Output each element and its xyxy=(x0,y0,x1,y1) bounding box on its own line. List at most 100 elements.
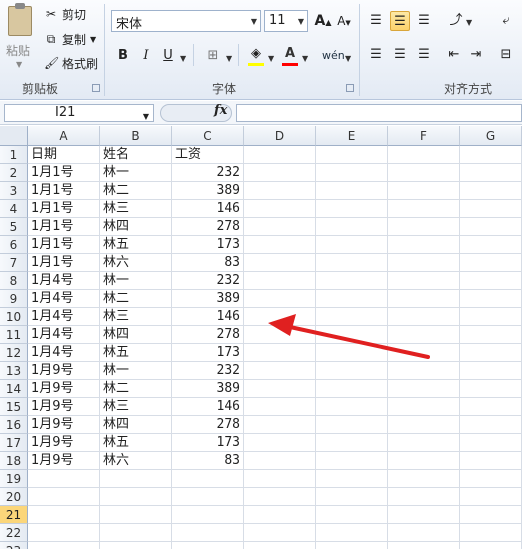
cell-e6[interactable] xyxy=(316,236,388,254)
cell-g18[interactable] xyxy=(460,452,522,470)
row-header[interactable]: 20 xyxy=(0,488,28,506)
cell-e9[interactable] xyxy=(316,290,388,308)
cell-a18[interactable]: 1月9号 xyxy=(28,452,100,470)
cell-a11[interactable]: 1月4号 xyxy=(28,326,100,344)
cell-d14[interactable] xyxy=(244,380,316,398)
shrink-font-icon[interactable]: A▼ xyxy=(334,11,354,31)
cell-a23[interactable] xyxy=(28,542,100,549)
row-header[interactable]: 10 xyxy=(0,308,28,326)
cell-b17[interactable]: 林五 xyxy=(100,434,172,452)
cell-d6[interactable] xyxy=(244,236,316,254)
cell-g1[interactable] xyxy=(460,146,522,164)
cell-e23[interactable] xyxy=(316,542,388,549)
cell-c15[interactable]: 146 xyxy=(172,398,244,416)
column-header-c[interactable]: C xyxy=(172,126,244,146)
cell-c9[interactable]: 389 xyxy=(172,290,244,308)
cell-e4[interactable] xyxy=(316,200,388,218)
cell-b4[interactable]: 林三 xyxy=(100,200,172,218)
cell-b15[interactable]: 林三 xyxy=(100,398,172,416)
cell-g10[interactable] xyxy=(460,308,522,326)
cell-f13[interactable] xyxy=(388,362,460,380)
cell-d1[interactable] xyxy=(244,146,316,164)
underline-button[interactable]: U xyxy=(158,46,178,66)
cell-e14[interactable] xyxy=(316,380,388,398)
cell-f4[interactable] xyxy=(388,200,460,218)
cell-c11[interactable]: 278 xyxy=(172,326,244,344)
cell-e5[interactable] xyxy=(316,218,388,236)
cell-b7[interactable]: 林六 xyxy=(100,254,172,272)
cell-f3[interactable] xyxy=(388,182,460,200)
cell-f21[interactable] xyxy=(388,506,460,524)
cell-a13[interactable]: 1月9号 xyxy=(28,362,100,380)
cell-b9[interactable]: 林二 xyxy=(100,290,172,308)
cell-b6[interactable]: 林五 xyxy=(100,236,172,254)
row-header[interactable]: 6 xyxy=(0,236,28,254)
chevron-down-icon[interactable]: ▼ xyxy=(268,54,274,63)
row-header[interactable]: 18 xyxy=(0,452,28,470)
cell-g2[interactable] xyxy=(460,164,522,182)
cell-b16[interactable]: 林四 xyxy=(100,416,172,434)
cell-f18[interactable] xyxy=(388,452,460,470)
cell-g6[interactable] xyxy=(460,236,522,254)
cell-f2[interactable] xyxy=(388,164,460,182)
row-header[interactable]: 7 xyxy=(0,254,28,272)
insert-function-icon[interactable]: fx xyxy=(214,103,227,118)
cell-a20[interactable] xyxy=(28,488,100,506)
cell-a22[interactable] xyxy=(28,524,100,542)
row-header[interactable]: 21 xyxy=(0,506,28,524)
cell-g12[interactable] xyxy=(460,344,522,362)
cell-a8[interactable]: 1月4号 xyxy=(28,272,100,290)
phonetic-icon[interactable]: wén xyxy=(322,46,345,66)
cell-f23[interactable] xyxy=(388,542,460,549)
cell-c21[interactable] xyxy=(172,506,244,524)
cell-g7[interactable] xyxy=(460,254,522,272)
cell-g21[interactable] xyxy=(460,506,522,524)
cell-a16[interactable]: 1月9号 xyxy=(28,416,100,434)
cell-e8[interactable] xyxy=(316,272,388,290)
cell-e12[interactable] xyxy=(316,344,388,362)
column-header-a[interactable]: A xyxy=(28,126,100,146)
grow-font-icon[interactable]: A▲ xyxy=(313,11,333,31)
cell-c14[interactable]: 389 xyxy=(172,380,244,398)
cell-b1[interactable]: 姓名 xyxy=(100,146,172,164)
dialog-launcher-icon[interactable] xyxy=(346,84,354,92)
cell-f22[interactable] xyxy=(388,524,460,542)
cell-f20[interactable] xyxy=(388,488,460,506)
cell-d23[interactable] xyxy=(244,542,316,549)
cell-c8[interactable]: 232 xyxy=(172,272,244,290)
font-color-icon[interactable]: A xyxy=(280,44,300,64)
cell-e11[interactable] xyxy=(316,326,388,344)
cell-e22[interactable] xyxy=(316,524,388,542)
align-right-icon[interactable]: ☰ xyxy=(414,45,434,65)
cell-d8[interactable] xyxy=(244,272,316,290)
cell-b14[interactable]: 林二 xyxy=(100,380,172,398)
cell-c16[interactable]: 278 xyxy=(172,416,244,434)
cell-c3[interactable]: 389 xyxy=(172,182,244,200)
cell-f1[interactable] xyxy=(388,146,460,164)
cell-g19[interactable] xyxy=(460,470,522,488)
cell-g23[interactable] xyxy=(460,542,522,549)
cell-f15[interactable] xyxy=(388,398,460,416)
cell-e20[interactable] xyxy=(316,488,388,506)
cell-f10[interactable] xyxy=(388,308,460,326)
cell-e19[interactable] xyxy=(316,470,388,488)
cell-c7[interactable]: 83 xyxy=(172,254,244,272)
cell-b20[interactable] xyxy=(100,488,172,506)
cell-d19[interactable] xyxy=(244,470,316,488)
cell-d22[interactable] xyxy=(244,524,316,542)
cell-a15[interactable]: 1月9号 xyxy=(28,398,100,416)
cell-d21[interactable] xyxy=(244,506,316,524)
cell-c5[interactable]: 278 xyxy=(172,218,244,236)
cell-f11[interactable] xyxy=(388,326,460,344)
select-all-corner[interactable] xyxy=(0,126,28,146)
cell-g11[interactable] xyxy=(460,326,522,344)
cell-b12[interactable]: 林五 xyxy=(100,344,172,362)
merge-center-icon[interactable]: ⊟ xyxy=(496,45,516,65)
cell-e15[interactable] xyxy=(316,398,388,416)
formula-input[interactable] xyxy=(236,104,522,122)
cell-f12[interactable] xyxy=(388,344,460,362)
cell-c2[interactable]: 232 xyxy=(172,164,244,182)
cell-c17[interactable]: 173 xyxy=(172,434,244,452)
cell-a17[interactable]: 1月9号 xyxy=(28,434,100,452)
format-painter-button[interactable]: 🖌 格式刷 xyxy=(44,54,98,72)
